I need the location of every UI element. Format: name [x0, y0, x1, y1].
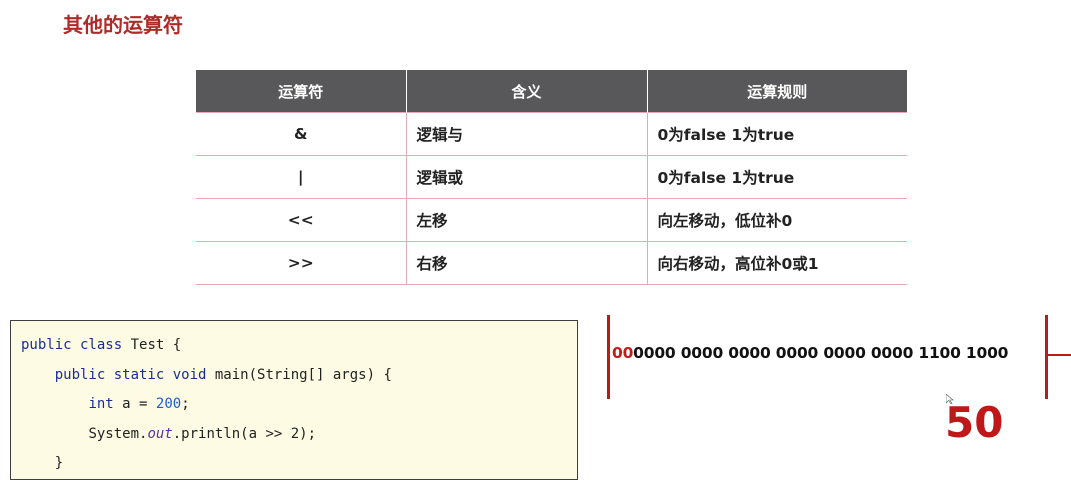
- header-rule: 运算规则: [647, 70, 907, 113]
- code-line: int a = 200;: [21, 390, 577, 420]
- table-row: >> 右移 向右移动，高位补0或1: [196, 241, 907, 285]
- dropped-bits-strike: [1045, 354, 1071, 356]
- shift-result: 50: [945, 398, 1004, 447]
- code-block: public class Test { public static void m…: [10, 320, 578, 480]
- table-header-row: 运算符 含义 运算规则: [196, 70, 907, 113]
- operator-cell: <<: [196, 198, 407, 242]
- table-row: & 逻辑与 0为false 1为true: [196, 112, 907, 156]
- code-number: 200: [155, 396, 182, 412]
- code-line: System.out.println(a >> 2);: [21, 420, 577, 450]
- shift-boundary-left: [607, 315, 610, 399]
- rule-cell: 向右移动，高位补0或1: [647, 241, 907, 285]
- header-operator: 运算符: [196, 70, 407, 113]
- code-text: main(String[] args) {: [206, 366, 392, 383]
- code-text: ;: [181, 396, 190, 412]
- rule-cell: 0为false 1为true: [647, 112, 907, 156]
- code-line: public static void main(String[] args) {: [21, 361, 577, 391]
- code-keyword: public class: [21, 337, 123, 353]
- operators-table: 运算符 含义 运算规则 & 逻辑与 0为false 1为true | 逻辑或 0…: [196, 70, 907, 285]
- operator-cell: &: [196, 112, 407, 156]
- meaning-cell: 左移: [406, 198, 648, 242]
- shift-boundary-right: [1045, 315, 1048, 399]
- binary-bits: 0000 0000 0000 0000 0000 0000 1100 1000: [633, 344, 1009, 362]
- code-line: public class Test {: [21, 331, 577, 361]
- rule-cell: 向左移动，低位补0: [647, 198, 907, 242]
- slide-title: 其他的运算符: [63, 13, 183, 37]
- header-meaning: 含义: [406, 70, 648, 113]
- operator-cell: >>: [196, 241, 407, 285]
- code-keyword: int: [88, 396, 114, 412]
- code-text: a =: [113, 396, 156, 412]
- code-field: out: [147, 425, 173, 442]
- code-line: }: [21, 455, 64, 471]
- code-keyword: public static void: [54, 366, 207, 383]
- binary-representation: 000000 0000 0000 0000 0000 0000 1100 100…: [612, 344, 1008, 362]
- table-row: | 逻辑或 0为false 1为true: [196, 155, 907, 199]
- meaning-cell: 右移: [406, 241, 648, 285]
- operator-cell: |: [196, 155, 407, 199]
- code-text: .println(a >> 2);: [172, 425, 317, 442]
- table-row: << 左移 向左移动，低位补0: [196, 198, 907, 242]
- code-text: Test {: [122, 337, 182, 353]
- meaning-cell: 逻辑或: [406, 155, 648, 199]
- shifted-in-bits: 00: [612, 344, 634, 362]
- code-text: System.: [88, 425, 148, 442]
- meaning-cell: 逻辑与: [406, 112, 648, 156]
- rule-cell: 0为false 1为true: [647, 155, 907, 199]
